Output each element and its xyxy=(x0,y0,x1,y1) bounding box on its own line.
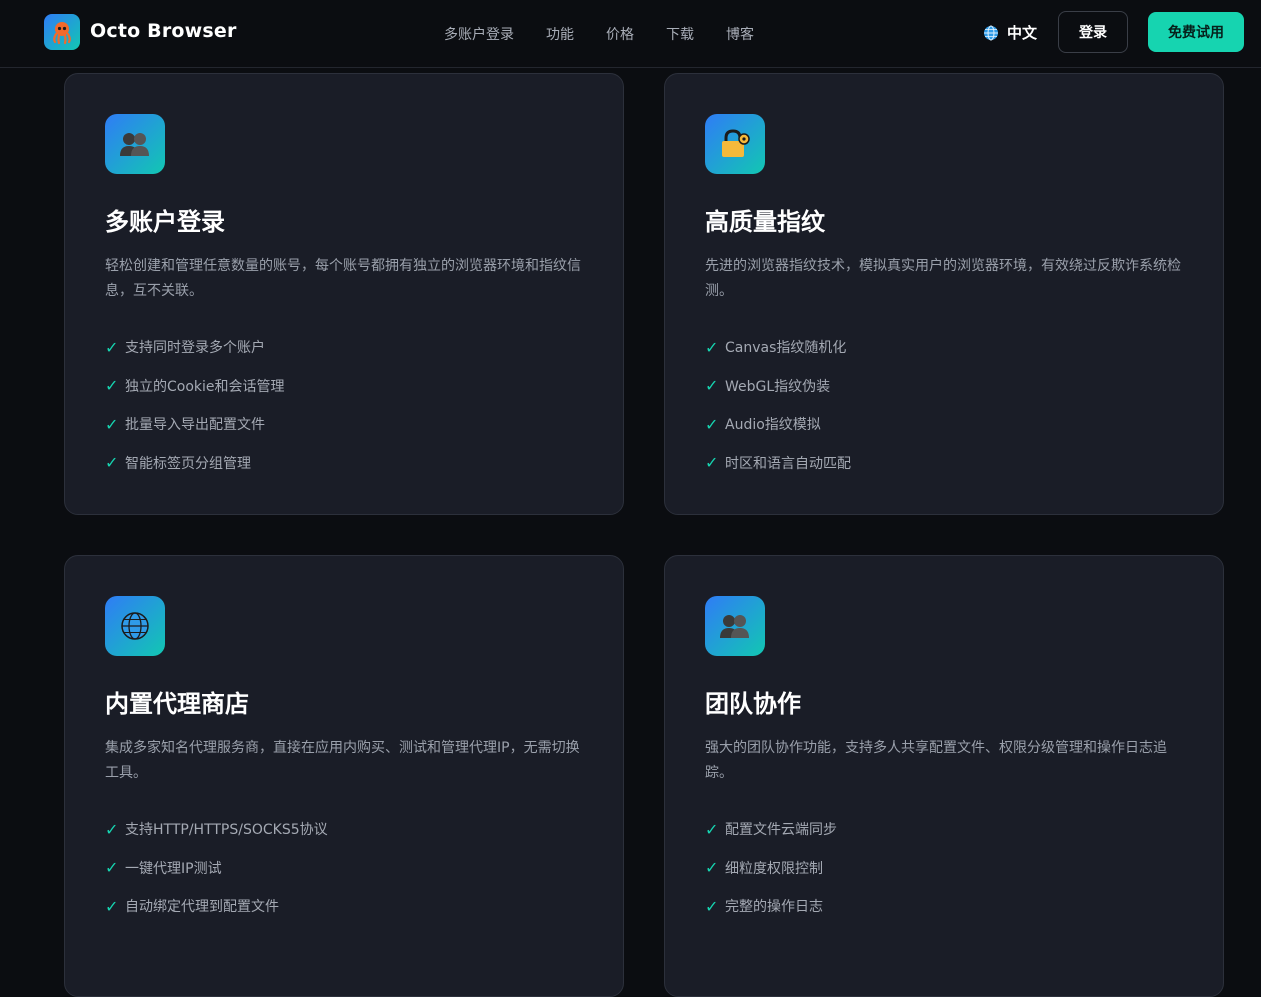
list-item: ✓ 完整的操作日志 xyxy=(705,896,823,916)
top-navbar: Octo Browser 多账户登录 功能 价格 下载 博客 中文 登录 免费试… xyxy=(0,0,1261,68)
check-icon: ✓ xyxy=(705,414,719,434)
language-selector[interactable]: 中文 xyxy=(983,22,1037,43)
check-icon: ✓ xyxy=(105,896,119,916)
lock-key-icon xyxy=(705,114,765,174)
list-item: ✓ 独立的Cookie和会话管理 xyxy=(105,376,285,396)
card-title: 内置代理商店 xyxy=(105,690,249,718)
check-icon: ✓ xyxy=(105,819,119,839)
list-item: ✓ 批量导入导出配置文件 xyxy=(105,414,265,434)
nav-link-blog[interactable]: 博客 xyxy=(726,24,754,44)
check-icon: ✓ xyxy=(705,337,719,357)
check-icon: ✓ xyxy=(105,453,119,473)
list-item: ✓ 配置文件云端同步 xyxy=(705,819,837,839)
check-icon: ✓ xyxy=(705,376,719,396)
nav-link-multi-account[interactable]: 多账户登录 xyxy=(444,24,514,44)
main-nav: 多账户登录 功能 价格 下载 博客 xyxy=(444,24,754,44)
globe-icon xyxy=(105,596,165,656)
feature-list: ✓ 配置文件云端同步 ✓ 细粒度权限控制 ✓ 完整的操作日志 xyxy=(705,810,837,926)
feature-list: ✓ 支持HTTP/HTTPS/SOCKS5协议 ✓ 一键代理IP测试 ✓ 自动绑定代理… xyxy=(105,810,328,926)
free-trial-button[interactable]: 免费试用 xyxy=(1148,12,1244,52)
list-item: ✓ 支持HTTP/HTTPS/SOCKS5协议 xyxy=(105,819,328,839)
feature-card-fingerprint: 高质量指纹 先进的浏览器指纹技术，模拟真实用户的浏览器环境，有效绕过反欺诈系统检… xyxy=(664,73,1224,515)
feature-list: ✓ Canvas指纹随机化 ✓ WebGL指纹伪装 ✓ Audio指纹模拟 ✓ 时区和语… xyxy=(705,328,851,482)
check-icon: ✓ xyxy=(105,858,119,878)
feature-card-team: 团队协作 强大的团队协作功能，支持多人共享配置文件、权限分级管理和操作日志追踪。… xyxy=(664,555,1224,997)
list-item: ✓ Audio指纹模拟 xyxy=(705,414,821,434)
list-item: ✓ 支持同时登录多个账户 xyxy=(105,337,265,357)
brand-name[interactable]: Octo Browser xyxy=(90,20,237,42)
list-item: ✓ 自动绑定代理到配置文件 xyxy=(105,896,279,916)
check-icon: ✓ xyxy=(105,376,119,396)
check-icon: ✓ xyxy=(105,414,119,434)
card-description: 先进的浏览器指纹技术，模拟真实用户的浏览器环境，有效绕过反欺诈系统检测。 xyxy=(705,258,1181,299)
check-icon: ✓ xyxy=(705,896,719,916)
check-icon: ✓ xyxy=(705,453,719,473)
globe-icon xyxy=(984,25,998,40)
card-title: 高质量指纹 xyxy=(705,208,825,236)
octopus-logo-icon[interactable] xyxy=(44,14,80,50)
card-description: 轻松创建和管理任意数量的账号，每个账号都拥有独立的浏览器环境和指纹信息，互不关联… xyxy=(105,258,581,299)
card-description: 集成多家知名代理服务商，直接在应用内购买、测试和管理代理IP，无需切换工具。 xyxy=(105,740,580,781)
list-item: ✓ 细粒度权限控制 xyxy=(705,858,823,878)
list-item: ✓ 一键代理IP测试 xyxy=(105,858,222,878)
check-icon: ✓ xyxy=(705,858,719,878)
login-button[interactable]: 登录 xyxy=(1058,11,1128,53)
card-description: 强大的团队协作功能，支持多人共享配置文件、权限分级管理和操作日志追踪。 xyxy=(705,740,1167,781)
feature-card-multi-account: 多账户登录 轻松创建和管理任意数量的账号，每个账号都拥有独立的浏览器环境和指纹信… xyxy=(64,73,624,515)
feature-card-proxy-store: 内置代理商店 集成多家知名代理服务商，直接在应用内购买、测试和管理代理IP，无需… xyxy=(64,555,624,997)
list-item: ✓ 时区和语言自动匹配 xyxy=(705,453,851,473)
nav-link-pricing[interactable]: 价格 xyxy=(606,24,634,44)
users-icon xyxy=(105,114,165,174)
check-icon: ✓ xyxy=(705,819,719,839)
language-label: 中文 xyxy=(1007,24,1038,42)
list-item: ✓ 智能标签页分组管理 xyxy=(105,453,251,473)
nav-link-features[interactable]: 功能 xyxy=(546,24,574,44)
team-icon xyxy=(705,596,765,656)
card-title: 团队协作 xyxy=(705,690,801,718)
list-item: ✓ Canvas指纹随机化 xyxy=(705,337,847,357)
list-item: ✓ WebGL指纹伪装 xyxy=(705,376,831,396)
nav-link-download[interactable]: 下载 xyxy=(666,24,694,44)
check-icon: ✓ xyxy=(105,337,119,357)
card-title: 多账户登录 xyxy=(105,208,225,236)
feature-list: ✓ 支持同时登录多个账户 ✓ 独立的Cookie和会话管理 ✓ 批量导入导出配置文件 … xyxy=(105,328,285,482)
